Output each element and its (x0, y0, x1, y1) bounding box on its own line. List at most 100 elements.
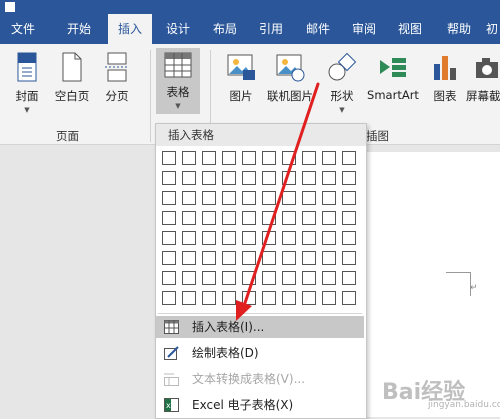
table-grid-cell[interactable] (202, 151, 216, 165)
draw-table-menu-item[interactable]: 绘制表格(D) (156, 342, 364, 364)
table-grid-cell[interactable] (162, 291, 176, 305)
table-grid-cell[interactable] (262, 231, 276, 245)
chart-button[interactable]: 图表 (428, 52, 462, 104)
table-grid-cell[interactable] (242, 271, 256, 285)
table-grid-cell[interactable] (342, 151, 356, 165)
table-grid-cell[interactable] (262, 151, 276, 165)
table-grid-cell[interactable] (242, 191, 256, 205)
table-grid-cell[interactable] (222, 211, 236, 225)
table-grid-cell[interactable] (202, 251, 216, 265)
table-grid-cell[interactable] (262, 171, 276, 185)
table-grid-cell[interactable] (222, 191, 236, 205)
table-grid-cell[interactable] (282, 231, 296, 245)
table-grid-cell[interactable] (162, 171, 176, 185)
table-grid-cell[interactable] (322, 151, 336, 165)
table-grid-cell[interactable] (222, 271, 236, 285)
table-grid-cell[interactable] (182, 171, 196, 185)
table-grid-cell[interactable] (242, 251, 256, 265)
tab-home[interactable]: 开始 (52, 14, 106, 44)
picture-button[interactable]: 图片 (222, 52, 260, 104)
table-grid-cell[interactable] (162, 211, 176, 225)
table-grid-cell[interactable] (282, 171, 296, 185)
shapes-button[interactable]: 形状 ▼ (324, 52, 360, 114)
table-grid-cell[interactable] (262, 291, 276, 305)
table-grid-cell[interactable] (342, 291, 356, 305)
table-grid-cell[interactable] (282, 191, 296, 205)
tab-design[interactable]: 设计 (156, 14, 200, 44)
tab-references[interactable]: 引用 (249, 14, 293, 44)
table-grid-cell[interactable] (202, 171, 216, 185)
table-grid-cell[interactable] (222, 291, 236, 305)
table-grid-cell[interactable] (182, 291, 196, 305)
table-grid-cell[interactable] (302, 151, 316, 165)
table-grid-cell[interactable] (322, 251, 336, 265)
table-grid-cell[interactable] (202, 291, 216, 305)
table-grid-cell[interactable] (302, 171, 316, 185)
tab-file[interactable]: 文件 (0, 14, 46, 44)
blank-page-button[interactable]: 空白页 (50, 52, 94, 104)
table-grid-cell[interactable] (202, 231, 216, 245)
table-grid-cell[interactable] (162, 151, 176, 165)
table-grid-cell[interactable] (322, 211, 336, 225)
table-grid-cell[interactable] (342, 211, 356, 225)
table-grid-cell[interactable] (302, 231, 316, 245)
table-grid-cell[interactable] (182, 271, 196, 285)
table-grid-cell[interactable] (222, 151, 236, 165)
table-grid-cell[interactable] (242, 151, 256, 165)
save-icon[interactable] (4, 0, 18, 14)
tab-help[interactable]: 帮助 (437, 14, 481, 44)
smartart-button[interactable]: SmartArt (364, 52, 422, 102)
convert-text-menu-item[interactable]: 文本转换成表格(V)... (156, 368, 364, 390)
tab-review[interactable]: 审阅 (342, 14, 386, 44)
page-break-button[interactable]: 分页 (100, 52, 134, 104)
table-grid-cell[interactable] (262, 211, 276, 225)
table-grid-cell[interactable] (162, 271, 176, 285)
table-grid-cell[interactable] (182, 151, 196, 165)
table-grid-cell[interactable] (162, 191, 176, 205)
table-grid-cell[interactable] (282, 271, 296, 285)
table-grid-cell[interactable] (282, 251, 296, 265)
table-grid-cell[interactable] (202, 191, 216, 205)
table-button[interactable]: 表格 ▼ (156, 48, 200, 114)
tab-layout[interactable]: 布局 (203, 14, 247, 44)
table-grid-cell[interactable] (302, 271, 316, 285)
table-grid-cell[interactable] (342, 231, 356, 245)
table-grid-cell[interactable] (262, 251, 276, 265)
screenshot-button[interactable]: 屏幕截 (466, 52, 500, 104)
table-grid-cell[interactable] (302, 191, 316, 205)
table-grid-cell[interactable] (242, 291, 256, 305)
table-grid-cell[interactable] (162, 251, 176, 265)
tab-insert[interactable]: 插入 (108, 14, 152, 44)
table-grid-cell[interactable] (322, 271, 336, 285)
tab-mailings[interactable]: 邮件 (296, 14, 340, 44)
cover-button[interactable]: 封面 ▼ (8, 52, 46, 114)
table-grid-cell[interactable] (342, 251, 356, 265)
table-grid-cell[interactable] (182, 251, 196, 265)
table-grid-cell[interactable] (162, 231, 176, 245)
insert-table-menu-item[interactable]: 插入表格(I)... (156, 316, 364, 338)
table-grid-cell[interactable] (282, 211, 296, 225)
table-grid-cell[interactable] (342, 171, 356, 185)
table-grid-cell[interactable] (342, 271, 356, 285)
table-grid-cell[interactable] (222, 231, 236, 245)
table-grid-cell[interactable] (322, 171, 336, 185)
tab-view[interactable]: 视图 (388, 14, 432, 44)
table-grid-cell[interactable] (282, 291, 296, 305)
table-grid-cell[interactable] (302, 211, 316, 225)
table-grid-cell[interactable] (322, 291, 336, 305)
table-grid-cell[interactable] (282, 151, 296, 165)
table-grid-cell[interactable] (322, 231, 336, 245)
table-grid-cell[interactable] (242, 231, 256, 245)
table-grid-cell[interactable] (182, 231, 196, 245)
table-grid-cell[interactable] (202, 211, 216, 225)
table-grid-cell[interactable] (242, 211, 256, 225)
table-grid-cell[interactable] (302, 291, 316, 305)
tab-overflow[interactable]: 初 (484, 14, 500, 44)
online-picture-button[interactable]: 联机图片 (264, 52, 316, 104)
table-grid-cell[interactable] (302, 251, 316, 265)
table-grid-cell[interactable] (182, 211, 196, 225)
excel-spreadsheet-menu-item[interactable]: x Excel 电子表格(X) (156, 394, 364, 416)
table-grid-cell[interactable] (242, 171, 256, 185)
table-grid-cell[interactable] (262, 191, 276, 205)
table-grid-cell[interactable] (342, 191, 356, 205)
